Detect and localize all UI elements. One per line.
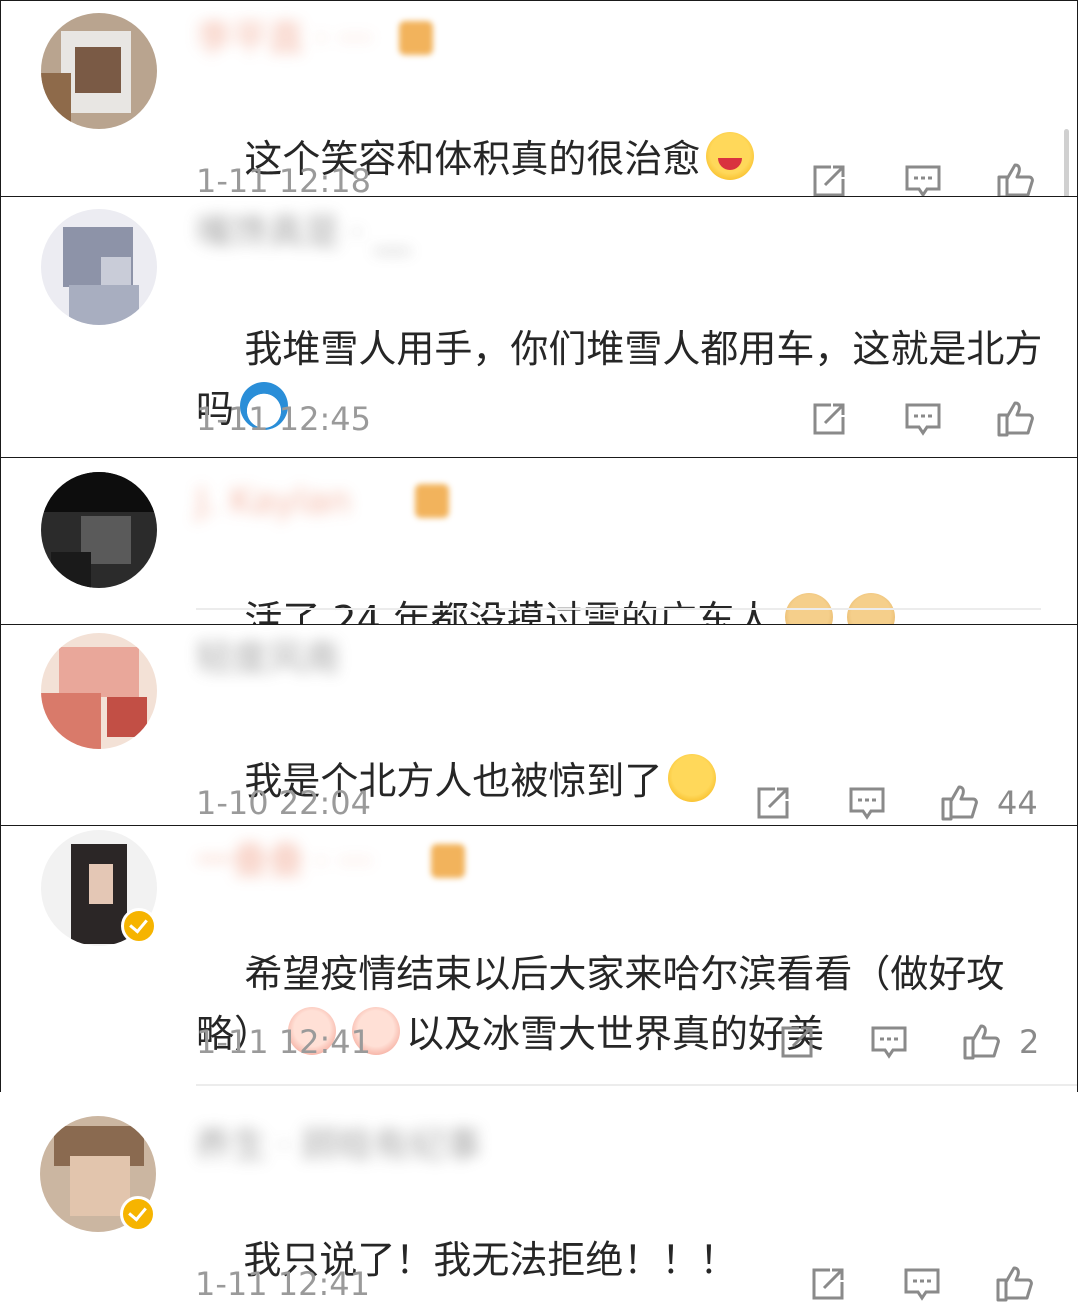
member-badge-icon	[415, 484, 449, 518]
comment-icon[interactable]	[903, 161, 943, 196]
comment-card: 养生 · 顾晗有纪事 我只说了！我无法拒绝！！！ 1-11 12:41	[0, 1092, 1078, 1314]
share-icon[interactable]	[809, 399, 849, 439]
verified-badge-icon	[121, 908, 157, 944]
like-count: 44	[997, 784, 1038, 822]
like-icon[interactable]	[995, 399, 1035, 439]
comment-card: J. Kaylan 活了 24 年都没摸过雪的广东人	[0, 457, 1078, 625]
username[interactable]: J. Kaylan	[196, 484, 351, 520]
username[interactable]: 一叠叠 · ···	[196, 844, 373, 880]
like-icon[interactable]	[994, 1264, 1034, 1304]
comment-card: 一叠叠 · ··· 希望疫情结束以后大家来哈尔滨看看（做好攻略） 以及冰雪大世界真…	[0, 825, 1078, 1093]
share-icon[interactable]	[809, 161, 849, 196]
cover-face-emoji-icon	[668, 754, 717, 802]
member-badge-icon	[399, 21, 433, 55]
share-icon[interactable]	[777, 1022, 817, 1062]
comment-icon[interactable]	[847, 783, 887, 823]
comment-card: 轻度风南 我是个北方人也被惊到了 1-10 22:04 44	[0, 624, 1078, 826]
verified-badge-icon	[120, 1196, 156, 1232]
comment-icon[interactable]	[902, 1264, 942, 1304]
comment-time: 1-11 12:18	[196, 162, 372, 197]
avatar[interactable]	[41, 472, 157, 588]
share-icon[interactable]	[808, 1264, 848, 1304]
comment-time: 1-11 12:41	[195, 1265, 371, 1303]
comment-time: 1-11 12:45	[196, 400, 372, 438]
avatar[interactable]	[41, 13, 157, 129]
comment-card: 嘴馋真是 · __ 我堆雪人用手，你们堆雪人都用车，这就是北方吗 1-11 12…	[0, 196, 1078, 458]
comment-text: 活了 24 年都没摸过雪的广东人	[196, 530, 1046, 625]
scrollbar[interactable]	[1064, 129, 1069, 196]
like-count: 2	[1019, 1023, 1040, 1061]
divider	[196, 1084, 1077, 1086]
like-icon[interactable]	[961, 1022, 1001, 1062]
username[interactable]: 养生 · 顾晗有纪事	[195, 1128, 481, 1164]
comment-text-body: 活了 24 年都没摸过雪的广东人	[244, 598, 773, 625]
comment-time: 1-11 12:41	[196, 1023, 372, 1061]
comment-icon[interactable]	[903, 399, 943, 439]
avatar[interactable]	[41, 633, 157, 749]
username[interactable]: 李平直 · ···	[196, 21, 373, 57]
like-icon[interactable]	[995, 161, 1035, 196]
comment-card: 李平直 · ··· 这个笑容和体积真的很治愈 1-11 12:18	[0, 0, 1078, 197]
comment-icon[interactable]	[869, 1022, 909, 1062]
comment-text-tail: 以及冰雪大世界真的好美	[406, 1012, 825, 1056]
comment-time: 1-10 22:04	[196, 784, 372, 822]
avatar[interactable]	[41, 209, 157, 325]
username[interactable]: 嘴馋真是 · __	[196, 215, 410, 251]
divider	[196, 608, 1041, 610]
username[interactable]: 轻度风南	[196, 641, 340, 677]
share-icon[interactable]	[753, 783, 793, 823]
grin-emoji-icon	[706, 132, 755, 180]
member-badge-icon	[431, 844, 465, 878]
like-icon[interactable]	[939, 783, 979, 823]
